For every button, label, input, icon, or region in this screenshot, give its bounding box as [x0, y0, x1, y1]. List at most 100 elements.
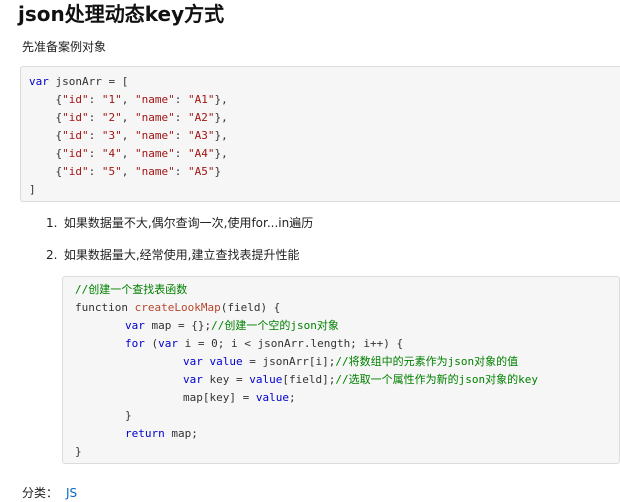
code-text: (field) {: [220, 301, 281, 314]
code-keyword: return: [125, 427, 165, 440]
code-text: (: [144, 337, 159, 350]
code-text: }: [214, 165, 222, 178]
code-comment: //将数组中的元素作为json对象的值: [335, 355, 519, 368]
code-text: {: [29, 129, 63, 142]
code-text: {: [29, 93, 63, 106]
code-line: //创建一个查找表函数: [75, 281, 619, 299]
code-string: "2": [101, 111, 122, 124]
code-text: {: [29, 111, 63, 124]
code-line: var key = value[field];//选取一个属性作为新的json对…: [75, 371, 619, 389]
code-string: "name": [135, 147, 175, 160]
code-comment: //创建一个查找表函数: [75, 283, 188, 296]
code-line: var jsonArr = [: [29, 73, 620, 91]
code-text: },: [214, 147, 228, 160]
code-text: :: [174, 147, 188, 160]
code-text: map;: [164, 427, 198, 440]
code-string: "A2": [188, 111, 215, 124]
code-text: map = {};: [144, 319, 212, 332]
code-string: "5": [101, 165, 122, 178]
code-text: :: [174, 165, 188, 178]
code-text: = jsonArr[i];: [242, 355, 336, 368]
code-text: ,: [121, 129, 135, 142]
code-line: {"id": "2", "name": "A2"},: [29, 109, 620, 127]
code-string: "A5": [188, 165, 215, 178]
category-line: 分类： JS: [22, 484, 77, 502]
code-string: "id": [62, 111, 89, 124]
code-line: ]: [29, 181, 620, 199]
code-string: "A4": [188, 147, 215, 160]
code-line: return map;: [75, 425, 619, 443]
code-text: ;: [288, 391, 296, 404]
code-line: map[key] = value;: [75, 389, 619, 407]
code-line: for (var i = 0; i < jsonArr.length; i++)…: [75, 335, 619, 353]
list-item-text: 如果数据量不大,偶尔查询一次,使用for...in遍历: [63, 216, 314, 230]
list-number: 1.: [46, 216, 58, 230]
code-string: "id": [62, 93, 89, 106]
code-text: jsonArr = [: [48, 75, 129, 88]
code-text: :: [88, 147, 102, 160]
code-text: ,: [121, 93, 135, 106]
code-string: "1": [101, 93, 122, 106]
code-string: "name": [135, 129, 175, 142]
code-text: i = 0; i < jsonArr.length; i++) {: [178, 337, 404, 350]
code-text: [field];: [282, 373, 336, 386]
code-keyword: var: [125, 319, 145, 332]
list-item: 1. 如果数据量不大,偶尔查询一次,使用for...in遍历: [46, 214, 313, 232]
code-string: "id": [62, 147, 89, 160]
page: json处理动态key方式 先准备案例对象 var jsonArr = [ {"…: [0, 0, 620, 500]
code-comment: //创建一个空的json对象: [211, 319, 339, 332]
list-item: 2. 如果数据量大,经常使用,建立查找表提升性能: [46, 246, 299, 264]
code-text: ,: [121, 147, 135, 160]
code-line: {"id": "3", "name": "A3"},: [29, 127, 620, 145]
code-text: },: [214, 111, 228, 124]
code-string: "4": [101, 147, 122, 160]
code-keyword: var: [158, 337, 178, 350]
code-line: var map = {};//创建一个空的json对象: [75, 317, 619, 335]
code-text: map[key] =: [183, 391, 256, 404]
code-keyword: var: [183, 373, 203, 386]
code-text: function: [75, 301, 135, 314]
code-text: :: [174, 129, 188, 142]
code-line: {"id": "1", "name": "A1"},: [29, 91, 620, 109]
code-text: {: [29, 165, 63, 178]
code-string: "A1": [188, 93, 215, 106]
code-text: },: [214, 129, 228, 142]
page-title: json处理动态key方式: [18, 2, 225, 26]
code-text: key =: [202, 373, 250, 386]
code-keyword: var: [29, 75, 49, 88]
code-keyword: value: [249, 373, 283, 386]
code-line: {"id": "4", "name": "A4"},: [29, 145, 620, 163]
category-link[interactable]: JS: [66, 486, 77, 500]
list-item-text: 如果数据量大,经常使用,建立查找表提升性能: [63, 248, 300, 262]
code-text: }: [125, 409, 132, 422]
code-text: :: [88, 111, 102, 124]
code-text: }: [75, 445, 82, 458]
code-function-name: createLookMap: [134, 301, 221, 314]
code-line: {"id": "5", "name": "A5"}: [29, 163, 620, 181]
code-text: ]: [29, 183, 36, 196]
code-keyword: value: [202, 355, 243, 368]
code-text: ,: [121, 165, 135, 178]
code-text: :: [174, 93, 188, 106]
list-number: 2.: [46, 248, 58, 262]
code-line: }: [75, 443, 619, 461]
code-string: "id": [62, 129, 89, 142]
code-keyword: var: [183, 355, 203, 368]
code-string: "A3": [188, 129, 215, 142]
code-line: var value = jsonArr[i];//将数组中的元素作为json对象…: [75, 353, 619, 371]
code-block-json-array: var jsonArr = [ {"id": "1", "name": "A1"…: [20, 66, 620, 202]
code-text: :: [88, 129, 102, 142]
code-comment: //选取一个属性作为新的json对象的key: [335, 373, 538, 386]
code-text: ,: [121, 111, 135, 124]
code-keyword: value: [255, 391, 289, 404]
category-label: 分类：: [22, 486, 59, 500]
code-string: "3": [101, 129, 122, 142]
code-text: :: [88, 93, 102, 106]
code-string: "id": [62, 165, 89, 178]
code-string: "name": [135, 93, 175, 106]
code-text: :: [88, 165, 102, 178]
code-string: "name": [135, 165, 175, 178]
code-line: }: [75, 407, 619, 425]
code-text: {: [29, 147, 63, 160]
code-text: },: [214, 93, 228, 106]
